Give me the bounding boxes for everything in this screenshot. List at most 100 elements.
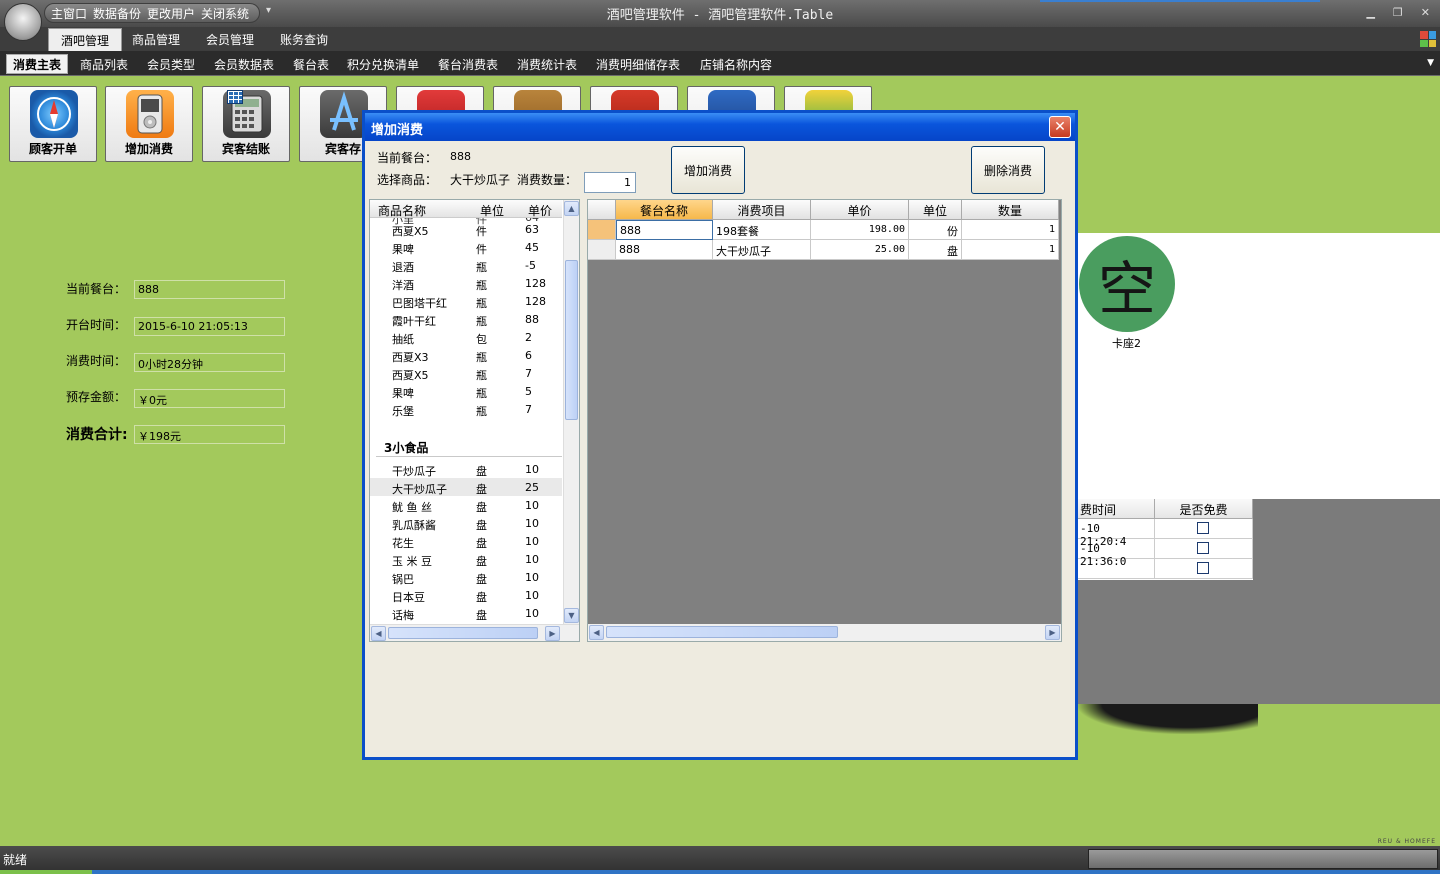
grid-cell-table[interactable]: 888 [616,240,713,260]
sub-table-list[interactable]: 餐台表 [287,54,335,74]
grid-header-item[interactable]: 消费项目 [713,200,811,220]
scroll-right-icon[interactable]: ▶ [545,626,560,641]
list-item[interactable]: 巴图塔干红 瓶 128 [370,292,562,310]
grid-cell-qty[interactable]: 1 [962,240,1059,260]
scroll-up-icon[interactable]: ▲ [564,201,579,216]
product-list-vscroll[interactable]: ▲ ▼ [563,200,579,624]
grid-header-unit[interactable]: 单位 [909,200,962,220]
sub-member-data[interactable]: 会员数据表 [208,54,280,74]
rt-cell-free[interactable] [1155,559,1253,579]
seat-status-empty[interactable]: 空 [1079,236,1175,332]
tab-member-management[interactable]: 会员管理 [194,28,266,51]
rt-cell-free[interactable] [1155,519,1253,539]
list-item[interactable]: 退酒 瓶 -5 [370,256,562,274]
header-unit[interactable]: 单位 [480,202,504,219]
h-scroll-thumb[interactable] [388,627,538,639]
product-list-hscroll[interactable]: ◀ ▶ [370,624,579,641]
sub-points-redeem[interactable]: 积分兑换清单 [341,54,425,74]
grid-cell-item[interactable]: 大干炒瓜子 [713,240,811,260]
grid-cell-item[interactable]: 198套餐 [713,220,811,240]
free-checkbox[interactable] [1197,562,1209,574]
h-scroll-thumb[interactable] [606,626,838,638]
free-checkbox[interactable] [1197,542,1209,554]
product-name: 鱿 鱼 丝 [392,501,432,514]
grid-cell-unit[interactable]: 盘 [909,240,962,260]
add-consumption-dialog-button[interactable]: 增加消费 [671,146,745,194]
product-name: 日本豆 [392,591,425,604]
grid-hscroll[interactable]: ◀ ▶ [588,624,1061,641]
rt-header-time[interactable]: 费时间 [1078,499,1155,519]
add-consumption-button[interactable]: 增加消费 [105,86,193,162]
tab-accounts-query[interactable]: 账务查询 [268,28,340,51]
grid-header-qty[interactable]: 数量 [962,200,1059,220]
grid-cell-price[interactable]: 198.00 [811,220,909,240]
grid-cell-unit[interactable]: 份 [909,220,962,240]
list-item[interactable]: 西夏X5 件 63 [370,220,562,238]
list-item[interactable]: 花生 盘 10 [370,532,562,550]
list-item[interactable]: 西夏X3 瓶 6 [370,346,562,364]
scroll-left-icon[interactable]: ◀ [371,626,386,641]
title-bar: 主窗口 数据备份 更改用户 关闭系统 ▾ 酒吧管理软件 - 酒吧管理软件.Tab… [0,0,1440,27]
sub-product-list[interactable]: 商品列表 [74,54,134,74]
product-name: 巴图塔干红 [392,297,447,310]
scroll-down-icon[interactable]: ▼ [564,608,579,623]
grid-row-header[interactable] [588,240,616,260]
list-item[interactable]: 果啤 件 45 [370,238,562,256]
list-item[interactable]: 鱿 鱼 丝 盘 10 [370,496,562,514]
grid-cell-table[interactable]: 888 [616,220,713,240]
list-item[interactable]: 果啤 瓶 5 [370,382,562,400]
product-name: 西夏X3 [392,351,429,364]
grid-cell-qty[interactable]: 1 [962,220,1059,240]
list-item[interactable]: 洋酒 瓶 128 [370,274,562,292]
header-product-name[interactable]: 商品名称 [378,202,426,219]
list-item[interactable]: 乳瓜酥酱 盘 10 [370,514,562,532]
list-item[interactable]: 干炒瓜子 盘 10 [370,460,562,478]
sub-member-types[interactable]: 会员类型 [141,54,201,74]
rt-cell-free[interactable] [1155,539,1253,559]
free-checkbox[interactable] [1197,522,1209,534]
grid-row-header[interactable] [588,220,616,240]
scroll-thumb[interactable] [565,260,578,420]
subbar-more-icon[interactable]: ▼ [1427,58,1434,68]
list-item[interactable]: 抽纸 包 2 [370,328,562,346]
close-window-icon[interactable]: ✕ [1421,6,1430,19]
minimize-icon[interactable]: ▁ [1366,6,1374,19]
scroll-right-icon[interactable]: ▶ [1045,625,1060,640]
product-name: 乐堡 [392,405,414,418]
sub-consumption-master[interactable]: 消费主表 [6,54,69,74]
list-item[interactable]: 话梅 盘 10 [370,604,562,622]
dialog-close-icon[interactable]: ✕ [1049,116,1071,138]
quantity-input[interactable] [584,172,636,193]
list-item[interactable]: 乐堡 瓶 7 [370,400,562,418]
grid-select-all-corner[interactable] [588,200,616,220]
rt-header-free[interactable]: 是否免费 [1155,499,1253,519]
grid-header-price[interactable]: 单价 [811,200,909,220]
grid-header-table[interactable]: 餐台名称 [616,200,713,220]
checkout-button[interactable]: 宾客结账 [202,86,290,162]
list-item[interactable]: 玉 米 豆 盘 10 [370,550,562,568]
list-item[interactable]: 大干炒瓜子 盘 25 [370,478,562,496]
sub-consumption-detail[interactable]: 消费明细储存表 [590,54,686,74]
app-menu-button[interactable] [4,3,243,104]
list-item[interactable]: 霞叶干红 瓶 88 [370,310,562,328]
header-price[interactable]: 单价 [528,202,552,219]
color-scheme-icon[interactable] [1420,31,1436,47]
rt-cell-time[interactable] [1078,559,1155,579]
rt-cell-time[interactable]: -10 21:20:4 [1078,519,1155,548]
rt-cell-time[interactable]: -10 21:36:0 [1078,539,1155,568]
list-item[interactable]: 西夏X5 瓶 7 [370,364,562,382]
right-consumption-table: 费时间 是否免费 -10 21:20:4 -10 21:36:0 [1078,499,1253,580]
open-order-button[interactable]: 顾客开单 [9,86,97,162]
scroll-left-icon[interactable]: ◀ [589,625,604,640]
sub-toolbar: 消费主表 商品列表 会员类型 会员数据表 餐台表 积分兑换清单 餐台消费表 消费… [0,51,1440,76]
delete-consumption-button[interactable]: 删除消费 [971,146,1045,194]
tab-bar-management[interactable]: 酒吧管理 [48,28,123,51]
sub-table-consumption[interactable]: 餐台消费表 [432,54,504,74]
sub-shop-name[interactable]: 店铺名称内容 [694,54,778,74]
list-item[interactable]: 日本豆 盘 10 [370,586,562,604]
list-item[interactable]: 锅巴 盘 10 [370,568,562,586]
tab-product-management[interactable]: 商品管理 [120,28,192,51]
restore-icon[interactable]: ❐ [1393,6,1403,19]
sub-consumption-stats[interactable]: 消费统计表 [511,54,583,74]
grid-cell-price[interactable]: 25.00 [811,240,909,260]
